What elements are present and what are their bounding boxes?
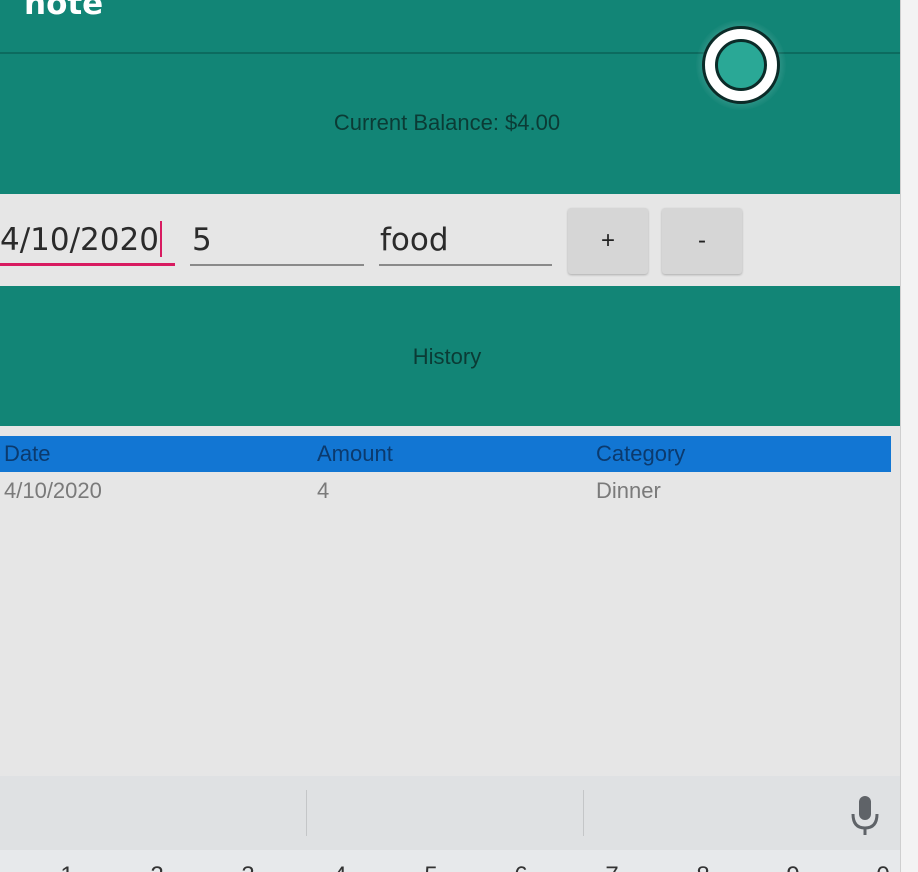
- add-button[interactable]: +: [568, 208, 648, 274]
- current-balance-text: Current Balance: $4.00: [333, 110, 561, 135]
- row-category: Dinner: [596, 478, 661, 503]
- row-amount: 4: [317, 478, 330, 503]
- entry-form: 4/10/2020 5 food + -: [0, 194, 900, 286]
- key-9[interactable]: 9: [778, 862, 808, 872]
- history-heading: History: [412, 344, 482, 369]
- touch-inner-dot: [715, 39, 767, 91]
- date-field-value: 4/10/2020: [0, 222, 159, 258]
- amount-field[interactable]: 5: [190, 214, 364, 266]
- suggestion-divider: [583, 790, 584, 836]
- history-panel: History: [0, 286, 900, 426]
- key-6[interactable]: 6: [506, 862, 536, 872]
- key-3[interactable]: 3: [233, 862, 263, 872]
- header-date: Date: [4, 441, 51, 466]
- touch-indicator-icon: [696, 20, 786, 110]
- key-2[interactable]: 2: [142, 862, 172, 872]
- key-7[interactable]: 7: [597, 862, 627, 872]
- key-0[interactable]: 0: [868, 862, 898, 872]
- header-amount: Amount: [317, 441, 393, 466]
- suggestion-divider: [306, 790, 307, 836]
- key-1[interactable]: 1: [52, 862, 82, 872]
- table-row[interactable]: 4/10/2020 4 Dinner: [0, 472, 891, 508]
- keyboard-suggestion-bar: [0, 776, 900, 850]
- key-4[interactable]: 4: [325, 862, 355, 872]
- microphone-icon[interactable]: [848, 796, 882, 836]
- header-category: Category: [596, 441, 686, 466]
- app-title: note: [24, 0, 104, 22]
- table-header: Date Amount Category: [0, 436, 891, 472]
- screen-edge: [900, 0, 918, 872]
- key-5[interactable]: 5: [416, 862, 446, 872]
- category-field[interactable]: food: [379, 214, 552, 266]
- text-cursor: [159, 220, 162, 257]
- key-8[interactable]: 8: [688, 862, 718, 872]
- date-field[interactable]: 4/10/2020: [0, 214, 175, 266]
- subtract-button[interactable]: -: [662, 208, 742, 274]
- touch-ring: [702, 26, 780, 104]
- keyboard-number-row: 1 2 3 4 5 6 7 8 9 0: [0, 850, 900, 872]
- row-date: 4/10/2020: [4, 478, 102, 503]
